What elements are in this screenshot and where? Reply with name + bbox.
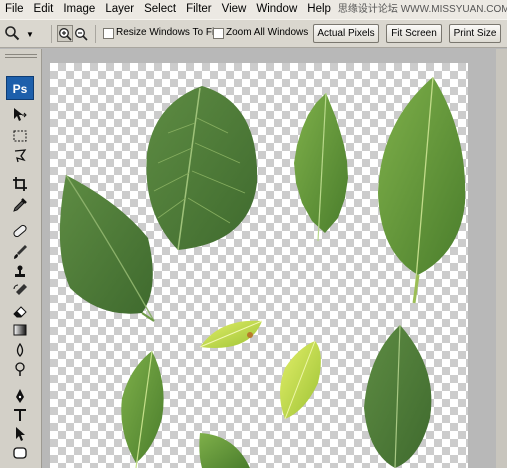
- leaf-serrated: [294, 92, 348, 242]
- stamp-tool[interactable]: [8, 262, 32, 282]
- blur-tool[interactable]: [8, 340, 32, 360]
- gradient-tool[interactable]: [8, 320, 32, 340]
- blur-icon: [16, 342, 24, 357]
- pen-tool[interactable]: [8, 386, 32, 406]
- right-panel-edge: [496, 49, 507, 468]
- toolbox-grip[interactable]: [5, 54, 37, 58]
- menu-window[interactable]: Window: [251, 0, 302, 19]
- print-size-button[interactable]: Print Size: [449, 24, 501, 43]
- eraser-icon: [13, 306, 27, 318]
- menu-bar: File Edit Image Layer Select Filter View…: [0, 0, 507, 19]
- brush-icon: [14, 245, 27, 259]
- lasso-tool[interactable]: [8, 146, 32, 166]
- fit-screen-button[interactable]: Fit Screen: [386, 24, 442, 43]
- document-canvas[interactable]: [50, 63, 468, 468]
- tool-preset-picker[interactable]: ▼: [4, 24, 44, 44]
- chevron-down-icon: ▼: [26, 29, 34, 39]
- stamp-icon: [15, 265, 25, 277]
- marquee-tool[interactable]: [8, 126, 32, 146]
- resize-windows-label: Resize Windows To Fit: [116, 27, 217, 38]
- menu-layer[interactable]: Layer: [100, 0, 139, 19]
- ps-logo[interactable]: Ps: [6, 76, 34, 100]
- shape-icon: [13, 447, 27, 459]
- zoom-in-icon: [59, 27, 72, 41]
- eyedropper-icon: [13, 198, 27, 212]
- leaf-left: [59, 174, 155, 322]
- menu-filter[interactable]: Filter: [181, 0, 217, 19]
- crop-icon: [13, 177, 27, 191]
- zoom-tool-icon: [4, 25, 20, 44]
- crop-tool[interactable]: [8, 174, 32, 194]
- healing-tool[interactable]: [8, 221, 32, 241]
- menu-image[interactable]: Image: [58, 0, 100, 19]
- lasso-icon: [14, 149, 27, 163]
- leaf-yellow-right: [280, 340, 321, 420]
- move-icon: [14, 108, 27, 121]
- actual-pixels-button[interactable]: Actual Pixels: [313, 24, 379, 43]
- leaves-artwork: [59, 76, 466, 468]
- leaf-large-top-center: [146, 86, 258, 251]
- marquee-icon: [13, 130, 27, 142]
- brush-tool[interactable]: [8, 242, 32, 262]
- zoom-all-windows-label: Zoom All Windows: [226, 27, 309, 38]
- zoom-out-icon: [75, 27, 88, 41]
- type-icon: [14, 409, 26, 421]
- pen-icon: [16, 389, 24, 403]
- options-bar: ▼ Resize Windows To Fit Zoom All Windows…: [0, 19, 507, 48]
- separator: [95, 25, 96, 43]
- menu-view[interactable]: View: [217, 0, 252, 19]
- history-brush-icon: [13, 284, 27, 295]
- menu-edit[interactable]: Edit: [29, 0, 59, 19]
- zoom-all-windows-checkbox[interactable]: [213, 28, 224, 39]
- leaf-bottom-left: [121, 350, 164, 468]
- path-select-tool[interactable]: [8, 424, 32, 444]
- type-tool[interactable]: [8, 405, 32, 425]
- zoom-in-button[interactable]: [57, 25, 73, 42]
- dodge-icon: [15, 362, 25, 376]
- healing-icon: [13, 224, 27, 238]
- gradient-icon: [13, 324, 27, 336]
- leaf-tall-right: [378, 76, 466, 304]
- eraser-tool[interactable]: [8, 301, 32, 321]
- move-tool[interactable]: [8, 105, 32, 125]
- toolbox: Ps: [0, 49, 42, 468]
- shape-tool[interactable]: [8, 443, 32, 463]
- watermark-text: 思缘设计论坛 WWW.MISSYUAN.COM: [337, 4, 507, 15]
- dodge-tool[interactable]: [8, 359, 32, 379]
- menu-file[interactable]: File: [0, 0, 29, 19]
- leaf-bottom-partial: [199, 433, 250, 468]
- leaf-yellow-small: [199, 320, 263, 348]
- menu-select[interactable]: Select: [139, 0, 181, 19]
- path-select-icon: [16, 427, 25, 441]
- history-brush-tool[interactable]: [8, 281, 32, 301]
- leaf-bottom-right: [364, 324, 432, 468]
- resize-windows-checkbox[interactable]: [103, 28, 114, 39]
- zoom-out-button[interactable]: [73, 25, 89, 42]
- eyedropper-tool[interactable]: [8, 195, 32, 215]
- separator: [51, 25, 52, 43]
- menu-help[interactable]: Help: [302, 0, 336, 19]
